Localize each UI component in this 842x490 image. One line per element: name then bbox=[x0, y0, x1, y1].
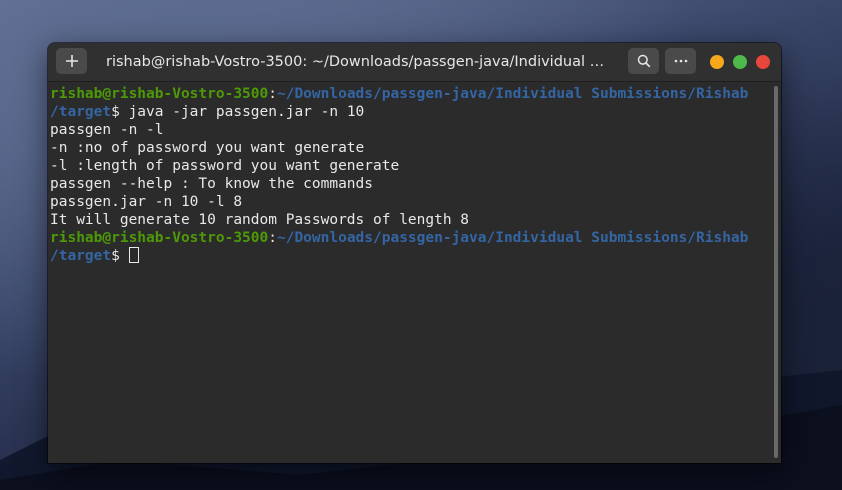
output-line: passgen --help : To know the commands bbox=[50, 176, 374, 192]
output-line: -n :no of password you want generate bbox=[50, 140, 365, 156]
scrollbar[interactable] bbox=[774, 86, 778, 458]
close-button[interactable] bbox=[756, 55, 770, 69]
terminal-output[interactable]: rishab@rishab-Vostro-3500:~/Downloads/pa… bbox=[48, 82, 781, 463]
more-horizontal-icon bbox=[674, 59, 687, 63]
output-line: passgen.jar -n 10 -l 8 bbox=[50, 194, 243, 210]
output-line: It will generate 10 random Passwords of … bbox=[50, 212, 470, 228]
search-icon bbox=[637, 54, 650, 68]
menu-button[interactable] bbox=[665, 48, 696, 74]
prompt-symbol: $ bbox=[111, 248, 129, 264]
output-line: -l :length of password you want generate bbox=[50, 158, 400, 174]
prompt-separator: : bbox=[268, 230, 277, 246]
prompt-user: rishab@rishab-Vostro-3500 bbox=[50, 86, 269, 102]
prompt-line: rishab@rishab-Vostro-3500:~/Downloads/pa… bbox=[50, 229, 781, 247]
window-title: rishab@rishab-Vostro-3500: ~/Downloads/p… bbox=[106, 54, 611, 70]
plus-icon bbox=[65, 55, 78, 67]
prompt-path-continued: /target bbox=[50, 248, 112, 264]
prompt-line: rishab@rishab-Vostro-3500:~/Downloads/pa… bbox=[50, 85, 781, 103]
new-tab-button[interactable] bbox=[56, 48, 87, 74]
prompt-symbol: $ bbox=[111, 104, 129, 120]
prompt-path: ~/Downloads/passgen-java/Individual Subm… bbox=[276, 230, 749, 246]
search-button[interactable] bbox=[628, 48, 659, 74]
prompt-user: rishab@rishab-Vostro-3500 bbox=[50, 230, 269, 246]
text-cursor bbox=[128, 247, 139, 263]
terminal-window: rishab@rishab-Vostro-3500: ~/Downloads/p… bbox=[48, 43, 781, 463]
maximize-button[interactable] bbox=[733, 55, 747, 69]
title-bar[interactable]: rishab@rishab-Vostro-3500: ~/Downloads/p… bbox=[48, 43, 781, 82]
prompt-line-continued: /target$ java -jar passgen.jar -n 10 bbox=[50, 103, 781, 121]
command-text: java -jar passgen.jar -n 10 bbox=[128, 104, 365, 120]
prompt-path-continued: /target bbox=[50, 104, 112, 120]
minimize-button[interactable] bbox=[710, 55, 724, 69]
output-line: passgen -n -l bbox=[50, 122, 164, 138]
prompt-separator: : bbox=[268, 86, 277, 102]
prompt-path: ~/Downloads/passgen-java/Individual Subm… bbox=[276, 86, 749, 102]
prompt-line-continued: /target$ bbox=[50, 247, 781, 265]
